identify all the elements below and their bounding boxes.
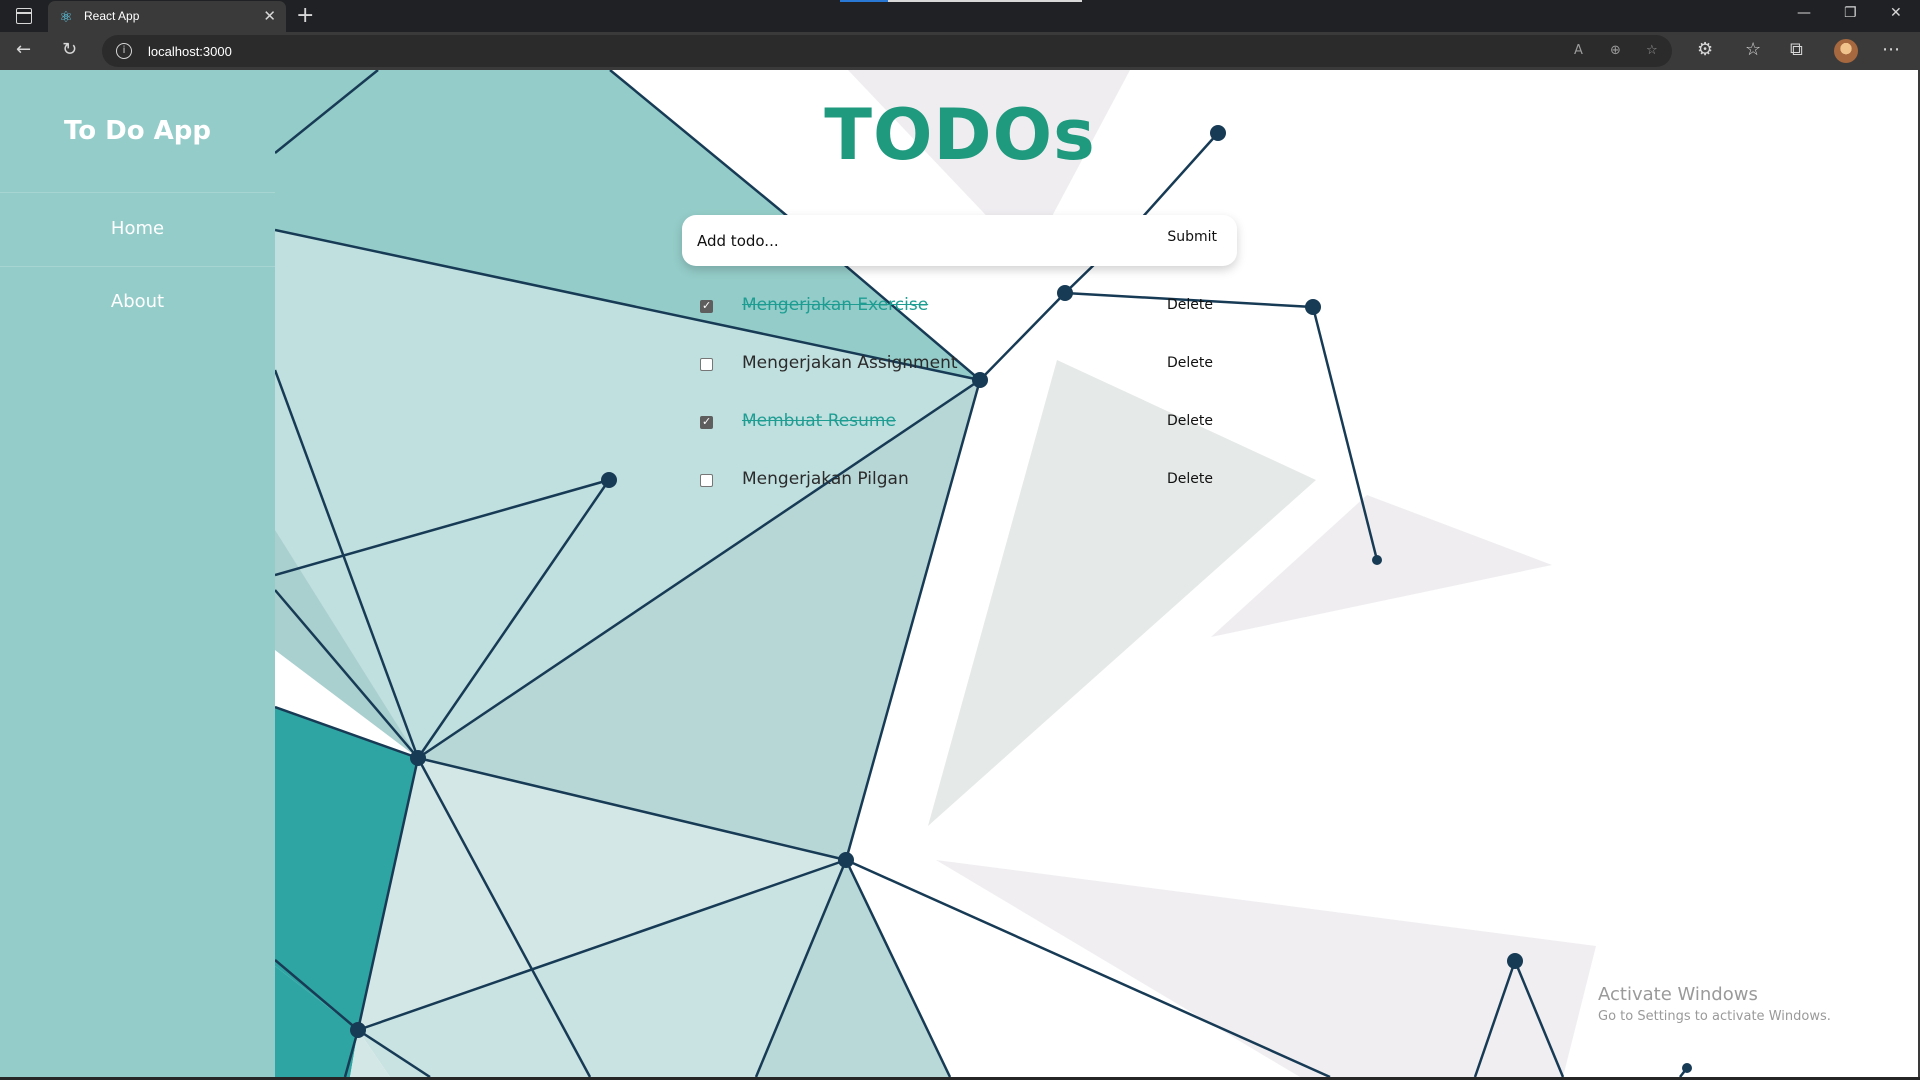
browser-toolbar: ← ↻ i localhost:3000 A ⊕ ☆ ⚙ ☆ ⧉ ⋯ xyxy=(0,32,1920,70)
collections-icon[interactable]: ⧉ xyxy=(1790,40,1803,60)
react-logo-icon: ⚛ xyxy=(59,8,73,26)
todo-checkbox[interactable] xyxy=(700,474,713,487)
submit-button[interactable]: Submit xyxy=(1167,229,1217,245)
todo-item: Membuat Resume Delete xyxy=(700,408,1220,438)
todo-item: Mengerjakan Assignment Delete xyxy=(700,350,1220,380)
add-todo-form: Submit xyxy=(682,215,1237,266)
address-bar[interactable]: i localhost:3000 A ⊕ ☆ xyxy=(102,35,1672,67)
address-url[interactable]: localhost:3000 xyxy=(148,44,232,59)
close-window-button[interactable]: ✕ xyxy=(1890,5,1902,21)
sidebar-divider xyxy=(0,192,275,193)
tab-close-icon[interactable]: ✕ xyxy=(263,7,276,25)
add-todo-input[interactable] xyxy=(697,229,1117,253)
watermark-title: Activate Windows xyxy=(1598,984,1758,1005)
zoom-icon[interactable]: ⊕ xyxy=(1610,43,1621,58)
todo-text: Membuat Resume xyxy=(742,411,896,431)
tab-actions-icon[interactable] xyxy=(16,8,32,24)
todo-item: Mengerjakan Pilgan Delete xyxy=(700,466,1220,496)
sidebar-item-home[interactable]: Home xyxy=(0,218,275,239)
todo-checkbox[interactable] xyxy=(700,415,713,429)
todo-item: Mengerjakan Exercise Delete xyxy=(700,292,1220,322)
page-title: TODOs xyxy=(824,94,1096,176)
delete-button[interactable]: Delete xyxy=(1167,413,1213,429)
todo-text: Mengerjakan Pilgan xyxy=(742,469,909,489)
favorites-icon[interactable]: ☆ xyxy=(1745,40,1761,60)
activate-windows-watermark: Activate Windows Go to Settings to activ… xyxy=(1598,984,1831,1024)
page-viewport: To Do App Home About TODOs Submit Menger… xyxy=(0,70,1920,1077)
minimize-button[interactable]: — xyxy=(1797,5,1811,21)
delete-button[interactable]: Delete xyxy=(1167,355,1213,371)
sidebar-divider xyxy=(0,266,275,267)
site-info-icon[interactable]: i xyxy=(116,43,132,59)
back-icon[interactable]: ← xyxy=(16,40,31,60)
add-favorite-icon[interactable]: ☆ xyxy=(1646,43,1658,58)
todo-text: Mengerjakan Exercise xyxy=(742,295,929,315)
loading-indicator-track xyxy=(888,0,1082,2)
watermark-subtitle: Go to Settings to activate Windows. xyxy=(1598,1009,1831,1024)
sidebar-item-about[interactable]: About xyxy=(0,291,275,312)
tab-title: React App xyxy=(84,9,140,23)
more-menu-icon[interactable]: ⋯ xyxy=(1882,40,1900,60)
browser-tab-bar: ⚛ React App ✕ + — ❐ ✕ xyxy=(0,0,1920,32)
todo-checkbox[interactable] xyxy=(700,299,713,313)
page-heading-wrap: TODOs xyxy=(0,94,1920,176)
bg-shape xyxy=(936,860,1596,1077)
loading-indicator xyxy=(840,0,888,2)
refresh-icon[interactable]: ↻ xyxy=(62,40,77,60)
delete-button[interactable]: Delete xyxy=(1167,297,1213,313)
todo-text: Mengerjakan Assignment xyxy=(742,353,958,373)
sidebar: To Do App Home About xyxy=(0,70,275,1077)
new-tab-button[interactable]: + xyxy=(296,3,314,28)
browser-tab[interactable]: ⚛ React App ✕ xyxy=(48,1,286,32)
extensions-icon[interactable]: ⚙ xyxy=(1697,40,1713,60)
todo-checkbox[interactable] xyxy=(700,358,713,371)
delete-button[interactable]: Delete xyxy=(1167,471,1213,487)
profile-avatar[interactable] xyxy=(1834,39,1858,63)
read-aloud-icon[interactable]: A xyxy=(1574,43,1583,58)
restore-button[interactable]: ❐ xyxy=(1844,5,1857,21)
